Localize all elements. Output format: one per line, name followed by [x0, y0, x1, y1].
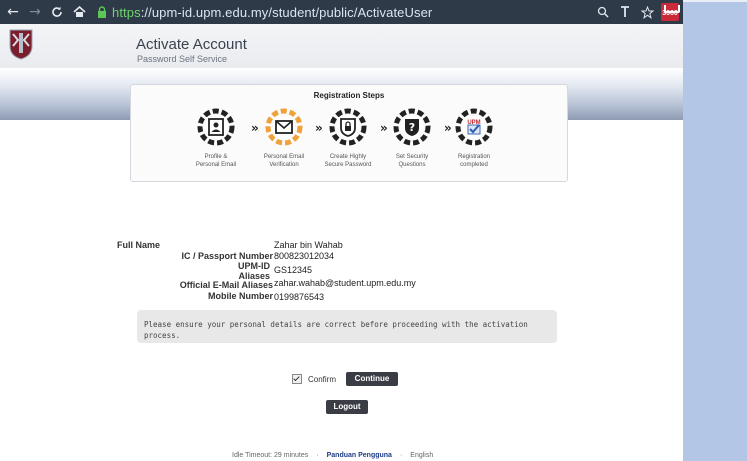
continue-button[interactable]: Continue [346, 372, 399, 386]
address-bar[interactable]: https://upm-id.upm.edu.my/student/public… [112, 5, 432, 20]
email-label: Official E-Mail Aliases [179, 280, 273, 290]
home-icon[interactable] [70, 3, 88, 21]
idle-timeout: Idle Timeout: 29 minutes [232, 452, 309, 459]
envelope-icon [264, 107, 304, 147]
url-scheme: https [112, 4, 141, 20]
notice-text: Please ensure your personal details are … [144, 320, 528, 340]
confirm-row: Confirm Continue [292, 372, 399, 386]
step-label: Registration completed [457, 154, 490, 168]
step-label: Profile & Personal Email [195, 154, 237, 168]
translate-icon[interactable] [617, 4, 633, 20]
page-title: Activate Account [136, 36, 247, 53]
side-panel [683, 0, 747, 461]
browser-toolbar: ← → https://upm-id.upm.edu.my/student/pu… [0, 0, 683, 24]
confirmation-notice: Please ensure your personal details are … [137, 310, 557, 343]
email-value: zahar.wahab@student.upm.edu.my [274, 278, 416, 288]
star-bookmark-icon[interactable] [639, 4, 655, 20]
full-name-label: Full Name [116, 240, 160, 250]
side-panel-edge [683, 0, 747, 2]
url-path: ://upm-id.upm.edu.my/student/public/Acti… [140, 4, 433, 20]
ic-label: IC / Passport Number [181, 251, 273, 261]
step-email-verification: Personal Email Verification [249, 107, 319, 169]
mobile-label: Mobile Number [207, 291, 273, 301]
upmid-label: UPM-ID [238, 261, 270, 271]
back-arrow-icon[interactable]: ← [4, 3, 22, 21]
profile-card-icon [196, 107, 236, 147]
footer-separator: · [316, 452, 319, 459]
zoom-icon[interactable] [595, 4, 611, 20]
lock-shield-icon [328, 107, 368, 147]
question-shield-icon: ? [392, 107, 432, 147]
steps-title: Registration Steps [313, 91, 385, 100]
upm-logo-icon [8, 28, 34, 60]
gmail-extension-icon[interactable]: 3060 [661, 3, 680, 21]
upm-check-icon: UPM [454, 107, 494, 147]
page-subtitle: Password Self Service [137, 54, 228, 64]
mobile-value: 0199876543 [274, 292, 325, 302]
confirm-label: Confirm [308, 374, 337, 384]
full-name-value: Zahar bin Wahab [274, 240, 343, 250]
confirm-checkbox[interactable] [292, 374, 302, 384]
language-link[interactable]: English [410, 452, 433, 459]
footer-separator: · [399, 452, 403, 459]
footer: Idle Timeout: 29 minutes · Panduan Pengg… [232, 452, 433, 459]
upmid-value: GS12345 [274, 265, 313, 275]
lock-icon [96, 5, 108, 19]
svg-text:?: ? [409, 121, 415, 134]
reload-icon[interactable] [48, 3, 66, 21]
step-profile: Profile & Personal Email [181, 107, 251, 169]
step-label: Create Highly Secure Password [324, 154, 372, 168]
ic-value: 800823012034 [274, 251, 335, 261]
step-label: Personal Email Verification [263, 154, 305, 168]
step-label: Set Security Questions [395, 154, 429, 168]
forward-arrow-icon[interactable]: → [26, 3, 44, 21]
step-registration-completed: UPM Registration completed [439, 107, 509, 169]
step-security-questions: ? Set Security Questions [377, 107, 447, 169]
page-header: Activate Account Password Self Service [0, 24, 683, 68]
user-guide-link[interactable]: Panduan Pengguna [327, 452, 392, 459]
registration-steps-panel: Registration Steps Profile & Personal Em… [130, 84, 568, 182]
step-secure-password: Create Highly Secure Password [313, 107, 383, 169]
logout-button[interactable]: Logout [326, 400, 368, 414]
